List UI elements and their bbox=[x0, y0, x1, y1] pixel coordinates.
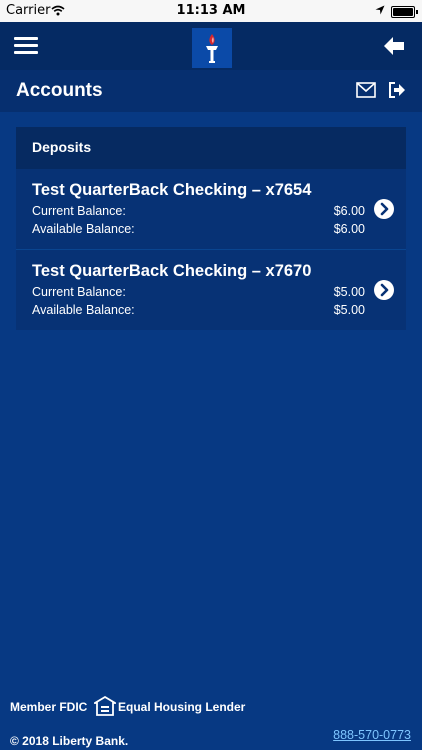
location-arrow-icon bbox=[375, 5, 385, 15]
account-name: Test QuarterBack Checking – x7670 bbox=[32, 262, 312, 280]
title-bar: Accounts bbox=[0, 70, 422, 112]
deposits-panel: Deposits Test QuarterBack Checking – x76… bbox=[16, 127, 406, 330]
nav-bar bbox=[0, 22, 422, 70]
current-balance-value: $5.00 bbox=[333, 285, 365, 299]
status-bar: Carrier 11:13 AM bbox=[0, 0, 422, 22]
account-row[interactable]: Test QuarterBack Checking – x7654 Curren… bbox=[16, 169, 406, 250]
deposits-header: Deposits bbox=[16, 127, 406, 170]
status-time: 11:13 AM bbox=[176, 3, 246, 18]
current-balance-value: $6.00 bbox=[333, 204, 365, 218]
battery-icon bbox=[391, 6, 418, 18]
current-balance-label: Current Balance: bbox=[32, 285, 126, 299]
copyright-text: © 2018 Liberty Bank. bbox=[10, 734, 129, 748]
chevron-right-icon[interactable] bbox=[374, 280, 394, 300]
account-name: Test QuarterBack Checking – x7654 bbox=[32, 181, 312, 199]
logout-icon[interactable] bbox=[388, 81, 406, 99]
torch-icon bbox=[206, 34, 218, 63]
hamburger-icon bbox=[14, 34, 38, 54]
available-balance-label: Available Balance: bbox=[32, 222, 135, 236]
available-balance-value: $5.00 bbox=[333, 303, 365, 317]
available-balance-value: $6.00 bbox=[333, 222, 365, 236]
equal-housing-label: Equal Housing Lender bbox=[118, 700, 246, 714]
available-balance-label: Available Balance: bbox=[32, 303, 135, 317]
chevron-right-icon[interactable] bbox=[374, 199, 394, 219]
back-arrow-icon bbox=[384, 37, 404, 55]
phone-link[interactable]: 888-570-0773 bbox=[333, 728, 411, 742]
page-title: Accounts bbox=[16, 80, 103, 101]
torch-logo bbox=[192, 28, 232, 68]
current-balance-label: Current Balance: bbox=[32, 204, 126, 218]
account-row[interactable]: Test QuarterBack Checking – x7670 Curren… bbox=[16, 250, 406, 330]
member-fdic-label: Member FDIC bbox=[10, 700, 88, 714]
envelope-icon[interactable] bbox=[356, 82, 376, 98]
back-button[interactable] bbox=[382, 34, 406, 58]
equal-housing-icon bbox=[94, 696, 116, 716]
menu-button[interactable] bbox=[14, 34, 38, 58]
deposits-title: Deposits bbox=[32, 139, 92, 155]
